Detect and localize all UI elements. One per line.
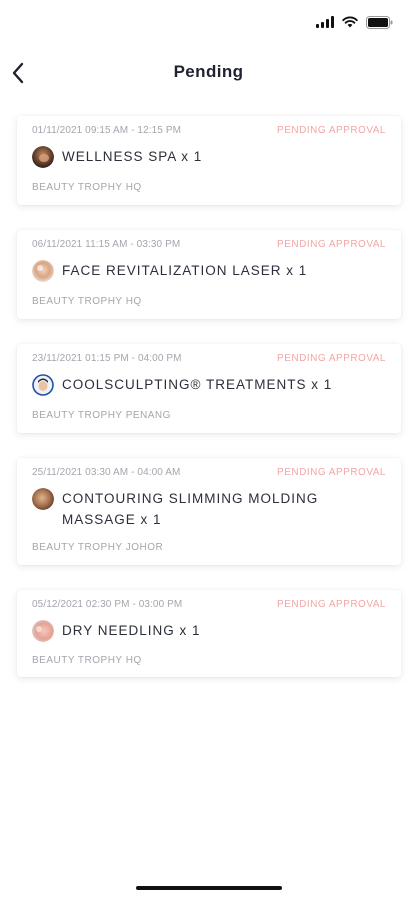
page-title: Pending	[173, 62, 244, 81]
service-row: COOLSCULPTING® TREATMENTS x 1	[32, 374, 386, 396]
branch-name: BEAUTY TROPHY PENANG	[32, 410, 171, 421]
avatar	[32, 488, 54, 510]
home-indicator[interactable]	[136, 886, 282, 890]
avatar	[32, 374, 54, 396]
avatar	[32, 620, 54, 642]
branch-name: BEAUTY TROPHY JOHOR	[32, 542, 164, 553]
service-name: WELLNESS SPA x 1	[62, 149, 203, 164]
status-bar	[316, 12, 393, 32]
battery-icon	[366, 15, 393, 29]
signal-icon	[316, 16, 334, 28]
service-row: WELLNESS SPA x 1	[32, 146, 386, 168]
branch-name: BEAUTY TROPHY HQ	[32, 182, 142, 193]
service-name: CONTOURING SLIMMING MOLDING MASSAGE x 1	[62, 491, 319, 527]
booking-card[interactable]: 06/11/2021 11:15 AM - 03:30 PM PENDING A…	[17, 230, 401, 319]
avatar	[32, 146, 54, 168]
booking-card[interactable]: 05/12/2021 02:30 PM - 03:00 PM PENDING A…	[17, 590, 401, 677]
status-badge: PENDING APPROVAL	[277, 125, 386, 136]
branch-name: BEAUTY TROPHY HQ	[32, 296, 142, 307]
service-name: DRY NEEDLING x 1	[62, 623, 201, 638]
booking-time: 05/12/2021 02:30 PM - 03:00 PM	[32, 599, 183, 610]
booking-card[interactable]: 23/11/2021 01:15 PM - 04:00 PM PENDING A…	[17, 344, 401, 433]
branch-name: BEAUTY TROPHY HQ	[32, 655, 142, 666]
booking-time: 23/11/2021 01:15 PM - 04:00 PM	[32, 353, 182, 364]
status-badge: PENDING APPROVAL	[277, 599, 386, 610]
service-row: CONTOURING SLIMMING MOLDING MASSAGE x 1	[32, 488, 386, 530]
status-badge: PENDING APPROVAL	[277, 467, 386, 478]
booking-time: 01/11/2021 09:15 AM - 12:15 PM	[32, 125, 182, 136]
booking-time: 25/11/2021 03:30 AM - 04:00 AM	[32, 467, 181, 478]
service-name: FACE REVITALIZATION LASER x 1	[62, 263, 308, 278]
status-badge: PENDING APPROVAL	[277, 353, 386, 364]
service-row: FACE REVITALIZATION LASER x 1	[32, 260, 386, 282]
header: Pending	[0, 58, 417, 88]
status-badge: PENDING APPROVAL	[277, 239, 386, 250]
wifi-icon	[342, 16, 358, 28]
service-row: DRY NEEDLING x 1	[32, 620, 386, 642]
service-name: COOLSCULPTING® TREATMENTS x 1	[62, 377, 333, 392]
avatar	[32, 260, 54, 282]
booking-card[interactable]: 25/11/2021 03:30 AM - 04:00 AM PENDING A…	[17, 458, 401, 565]
booking-card[interactable]: 01/11/2021 09:15 AM - 12:15 PM PENDING A…	[17, 116, 401, 205]
booking-time: 06/11/2021 11:15 AM - 03:30 PM	[32, 239, 181, 250]
